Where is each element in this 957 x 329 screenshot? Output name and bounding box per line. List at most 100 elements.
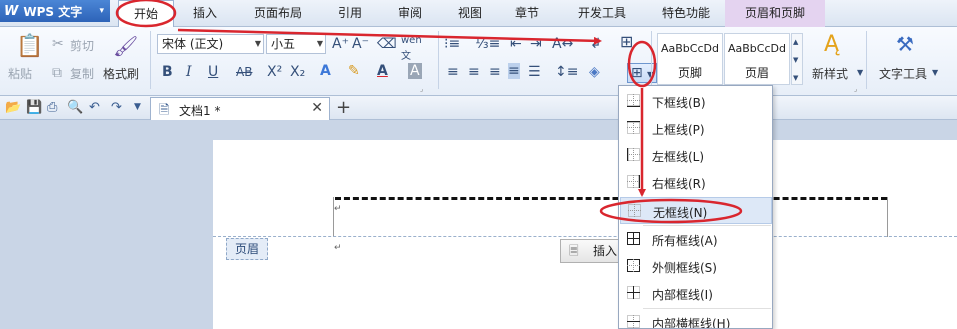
text-tools-button[interactable]: 文字工具 — [879, 65, 927, 82]
font-size-select[interactable]: 小五 ▼ — [266, 34, 326, 54]
line-spacing-icon[interactable]: ↕≡ — [555, 64, 578, 80]
align-center-icon[interactable]: ≡ — [468, 64, 480, 80]
menu-item-outside-borders[interactable]: 外侧框线(S) — [620, 253, 772, 280]
dialog-launcher-icon[interactable]: ⌟ — [854, 85, 857, 93]
group-divider — [651, 31, 652, 89]
bullet-list-icon[interactable]: ⁝≡ — [444, 36, 460, 52]
crop-mark — [333, 197, 334, 237]
copy-button[interactable]: 复制 — [70, 65, 94, 82]
increase-indent-icon[interactable]: ⇥ — [530, 36, 542, 52]
all-borders-icon — [627, 232, 640, 245]
table-grid-icon[interactable]: ⊞ — [620, 34, 633, 50]
chevron-down-icon[interactable]: ▼ — [932, 65, 938, 81]
document-icon: 🗎 — [159, 103, 170, 118]
header-border-line — [335, 197, 887, 200]
undo-icon[interactable]: ↶ — [89, 99, 100, 116]
underline-icon[interactable]: U — [208, 64, 218, 80]
menu-item-inside-borders[interactable]: 内部框线(I) — [620, 280, 772, 307]
justify-icon[interactable]: ≡ — [508, 63, 520, 79]
char-shading-icon[interactable]: A — [408, 63, 422, 79]
chevron-down-icon[interactable]: ▼ — [857, 65, 863, 81]
inside-horizontal-border-icon — [627, 315, 640, 328]
group-divider — [438, 31, 439, 89]
text-effect-icon[interactable]: A — [320, 63, 331, 79]
show-marks-icon[interactable]: ↲ — [590, 36, 602, 52]
distributed-align-icon[interactable]: ☰ — [528, 64, 541, 80]
style-header[interactable]: AaBbCcDd 页眉 — [724, 33, 790, 85]
new-tab-button[interactable]: + — [336, 97, 351, 118]
font-color-icon[interactable]: A — [377, 63, 388, 79]
tab-review[interactable]: 审阅 — [390, 0, 430, 27]
redo-icon[interactable]: ↷ — [111, 99, 122, 116]
group-divider — [866, 31, 867, 89]
bold-icon[interactable]: B — [162, 64, 173, 80]
print-icon[interactable]: ⎙ — [47, 99, 57, 116]
print-preview-icon[interactable]: 🔍 — [67, 99, 83, 116]
border-dropdown-button[interactable]: ⊞ ▼ — [627, 63, 657, 83]
clear-format-icon[interactable]: ⌫ — [377, 36, 397, 52]
strikethrough-icon[interactable]: AB — [236, 64, 252, 80]
expand-styles-icon[interactable]: ▼ — [793, 70, 798, 86]
menu-item-right-border[interactable]: 右框线(R) — [620, 169, 772, 196]
tab-view[interactable]: 视图 — [450, 0, 490, 27]
format-painter-icon[interactable]: 🖌 — [113, 35, 138, 57]
align-right-icon[interactable]: ≡ — [489, 64, 501, 80]
subscript-icon[interactable]: X₂ — [290, 64, 305, 80]
customize-toolbar-icon[interactable]: ▼ — [134, 99, 141, 116]
tab-references[interactable]: 引用 — [330, 0, 370, 27]
paragraph-mark: ↵ — [334, 204, 342, 214]
menu-item-label: 上框线(P) — [652, 123, 705, 137]
chevron-down-icon[interactable]: ▼ — [793, 52, 798, 68]
style-footer[interactable]: AaBbCcDd 页脚 — [657, 33, 723, 85]
tab-sections[interactable]: 章节 — [507, 0, 547, 27]
style-sample: AaBbCcDd — [661, 42, 719, 55]
wps-logo-icon: W — [4, 3, 19, 19]
menu-item-label: 外侧框线(S) — [652, 261, 717, 275]
chevron-up-icon[interactable]: ▲ — [793, 34, 798, 50]
align-left-icon[interactable]: ≡ — [447, 64, 459, 80]
scissors-icon[interactable]: ✂ — [52, 36, 64, 52]
cut-button[interactable]: 剪切 — [70, 37, 94, 54]
open-folder-icon[interactable]: 📂 — [5, 99, 21, 116]
menu-item-all-borders[interactable]: 所有框线(A) — [620, 226, 772, 253]
tab-insert[interactable]: 插入 — [185, 0, 225, 27]
styles-scroll[interactable]: ▲ ▼ ▼ — [791, 33, 803, 85]
save-icon[interactable]: 💾 — [26, 99, 42, 116]
document-page[interactable] — [213, 140, 957, 329]
tab-start[interactable]: 开始 — [118, 0, 174, 27]
paragraph-shading-icon[interactable]: ◈ — [589, 64, 600, 80]
shrink-font-icon[interactable]: A⁻ — [352, 36, 369, 52]
menu-item-top-border[interactable]: 上框线(P) — [620, 115, 772, 142]
tab-special-features[interactable]: 特色功能 — [656, 0, 716, 27]
menu-item-inside-horizontal-border[interactable]: 内部横框线(H) — [620, 309, 772, 328]
menu-item-left-border[interactable]: 左框线(L) — [620, 142, 772, 169]
paste-button[interactable]: 粘贴 — [8, 65, 32, 82]
format-painter-button[interactable]: 格式刷 — [103, 65, 139, 82]
tab-developer[interactable]: 开发工具 — [570, 0, 634, 27]
new-style-icon[interactable]: Ą — [824, 33, 839, 57]
numbered-list-icon[interactable]: ⅓≡ — [475, 36, 500, 52]
decrease-indent-icon[interactable]: ⇤ — [510, 36, 522, 52]
tab-header-footer[interactable]: 页眉和页脚 — [725, 0, 825, 27]
copy-icon[interactable]: ⧉ — [52, 65, 62, 81]
grow-font-icon[interactable]: A⁺ — [332, 36, 349, 52]
superscript-icon[interactable]: X² — [267, 64, 282, 80]
char-spacing-icon[interactable]: A↔ — [552, 36, 573, 52]
menu-item-bottom-border[interactable]: 下框线(B) — [620, 88, 772, 115]
paste-icon[interactable]: 📋 — [16, 35, 43, 59]
new-style-button[interactable]: 新样式 — [812, 65, 848, 82]
italic-icon[interactable]: I — [186, 64, 192, 80]
tab-page-layout[interactable]: 页面布局 — [248, 0, 308, 27]
close-icon[interactable]: ✕ — [311, 100, 323, 116]
app-menu-button[interactable]: W WPS 文字 ▾ — [0, 0, 110, 22]
text-tools-icon[interactable]: ⚒ — [896, 33, 914, 55]
header-boundary — [213, 236, 957, 237]
phonetic-guide-icon[interactable]: wén 文 — [401, 33, 422, 65]
font-name-select[interactable]: 宋体 (正文) ▼ — [157, 34, 264, 54]
menu-bar: W WPS 文字 ▾ 开始 插入 页面布局 引用 审阅 视图 章节 开发工具 特… — [0, 0, 957, 27]
dialog-launcher-icon[interactable]: ⌟ — [420, 85, 423, 93]
document-tab[interactable]: 🗎 文档1 * ✕ — [150, 97, 330, 120]
menu-item-no-border[interactable]: 无框线(N) — [620, 197, 772, 224]
highlight-icon[interactable]: ✎ — [348, 63, 360, 79]
page-number-icon: 🗏 — [569, 244, 579, 258]
